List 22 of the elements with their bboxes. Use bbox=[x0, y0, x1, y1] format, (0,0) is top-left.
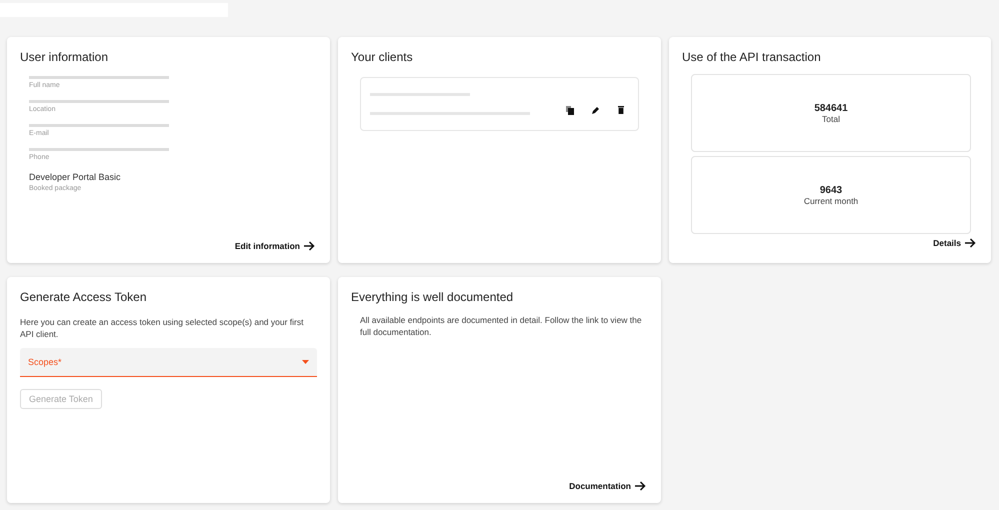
card-title: Your clients bbox=[351, 50, 414, 64]
copy-icon[interactable] bbox=[566, 106, 574, 114]
stat-value: 9643 bbox=[820, 184, 842, 196]
card-title: Use of the API transaction bbox=[682, 50, 822, 64]
caret-icon bbox=[302, 360, 309, 364]
card-title: Everything is well documented bbox=[351, 290, 514, 304]
card-title: User information bbox=[20, 50, 110, 64]
documentation-link[interactable]: Documentation bbox=[569, 481, 646, 491]
arrow-right-icon bbox=[635, 481, 646, 491]
details-link[interactable]: Details bbox=[933, 238, 976, 248]
stat-value: 584641 bbox=[814, 102, 848, 114]
field-value: Developer Portal Basic bbox=[29, 172, 122, 182]
description-text: All available endpoints are documented in detail. Follow the link to view the full documentation. bbox=[359, 314, 643, 338]
delete-icon[interactable] bbox=[618, 106, 624, 114]
card-title: Generate Access Token bbox=[20, 290, 148, 304]
arrow-right-icon bbox=[304, 241, 315, 251]
stat-label: Current month bbox=[804, 196, 858, 206]
edit-information-link[interactable]: Edit information bbox=[234, 241, 315, 251]
edit-icon[interactable] bbox=[592, 106, 600, 114]
stat-label: Total bbox=[822, 114, 840, 124]
description-text: Here you can create an access token using selected scope(s) and your first API client. bbox=[20, 316, 304, 340]
arrow-right-icon bbox=[965, 238, 976, 248]
